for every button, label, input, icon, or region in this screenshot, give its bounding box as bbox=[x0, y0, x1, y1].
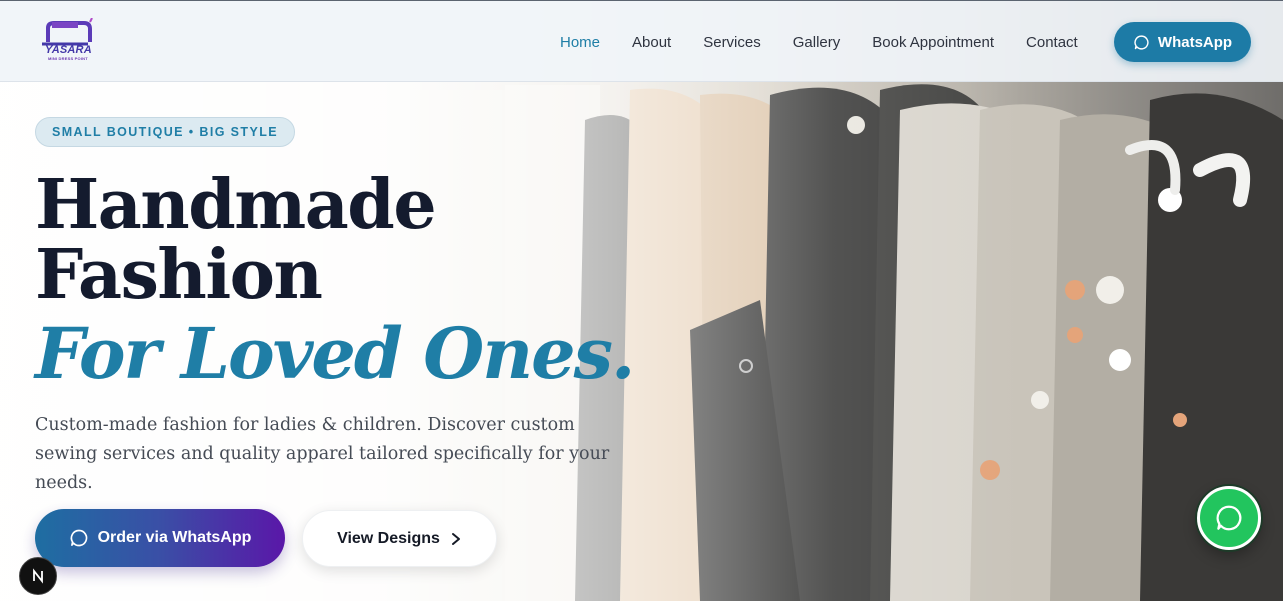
view-designs-button[interactable]: View Designs bbox=[302, 510, 497, 567]
nextjs-dev-badge[interactable] bbox=[19, 557, 57, 595]
main-navigation: Home About Services Gallery Book Appoint… bbox=[560, 1, 1110, 83]
nav-about[interactable]: About bbox=[632, 34, 671, 51]
brand-name: YASARA bbox=[45, 44, 92, 56]
headline-line-2: Fashion bbox=[35, 235, 323, 315]
nav-contact[interactable]: Contact bbox=[1026, 34, 1078, 51]
nav-services[interactable]: Services bbox=[703, 34, 761, 51]
whatsapp-icon bbox=[1134, 34, 1149, 50]
hero-description: Custom-made fashion for ladies & childre… bbox=[35, 415, 610, 493]
whatsapp-nav-label: WhatsApp bbox=[1157, 33, 1233, 51]
whatsapp-nav-button[interactable]: WhatsApp bbox=[1114, 22, 1251, 62]
order-via-whatsapp-button[interactable]: Order via WhatsApp bbox=[35, 509, 285, 567]
chevron-right-icon bbox=[451, 532, 460, 545]
nav-gallery[interactable]: Gallery bbox=[793, 34, 841, 51]
headline-accent: For Loved Ones. bbox=[35, 312, 635, 395]
hero-headline: Handmade Fashion bbox=[35, 165, 437, 315]
nav-home[interactable]: Home bbox=[560, 34, 600, 51]
nextjs-logo-icon bbox=[33, 568, 43, 584]
headline-line-1: Handmade bbox=[35, 165, 437, 245]
top-navbar: YASARA MINI DRESS POINT Home About Servi… bbox=[0, 0, 1283, 82]
order-button-label: Order via WhatsApp bbox=[97, 529, 252, 546]
floating-whatsapp-button[interactable] bbox=[1197, 486, 1261, 550]
whatsapp-icon bbox=[70, 529, 87, 547]
brand-logo[interactable]: YASARA MINI DRESS POINT bbox=[38, 18, 96, 64]
nav-book-appointment[interactable]: Book Appointment bbox=[872, 34, 994, 51]
view-designs-label: View Designs bbox=[337, 529, 440, 547]
whatsapp-icon bbox=[1216, 505, 1242, 531]
brand-tagline: MINI DRESS POINT bbox=[48, 56, 88, 61]
hero-badge: SMALL BOUTIQUE • BIG STYLE bbox=[35, 117, 295, 147]
